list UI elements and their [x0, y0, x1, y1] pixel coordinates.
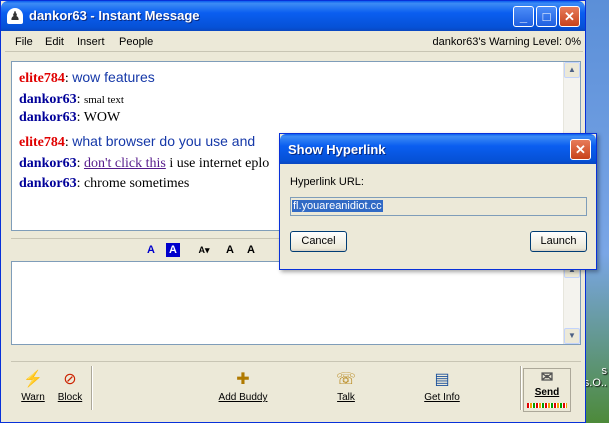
get-info-label: Get Info [424, 392, 460, 403]
text-color-icon[interactable]: A [144, 243, 158, 257]
close-icon[interactable]: ✕ [570, 139, 591, 160]
message-sender: dankor63 [19, 176, 77, 191]
block-label: Block [57, 392, 83, 403]
send-button[interactable]: ✉ Send [523, 368, 571, 412]
hyperlink-url-value: fl.youareanidiot.cc [292, 200, 383, 212]
message-row: dankor63: smal text [19, 92, 124, 107]
toolbar-separator [91, 366, 93, 410]
warn-icon: ⚡ [23, 371, 43, 388]
message-sender: elite784 [19, 71, 65, 86]
block-icon: ⊘ [63, 371, 77, 388]
talk-button[interactable]: ☏ Talk [333, 370, 359, 403]
message-row: dankor63: WOW [19, 110, 121, 125]
dialog-title: Show Hyperlink [288, 142, 386, 157]
get-info-icon: ▤ [434, 371, 450, 388]
action-toolbar: ⚡ Warn ⊘ Block ✚ Add Buddy ☏ Talk ▤ Get … [11, 361, 581, 413]
message-text: what browser do you use and [72, 133, 256, 149]
menu-edit[interactable]: Edit [45, 36, 64, 48]
increase-font-icon[interactable]: A [244, 243, 258, 257]
cancel-button[interactable]: Cancel [290, 231, 347, 252]
normal-font-icon[interactable]: A [223, 243, 237, 257]
warn-button[interactable]: ⚡ Warn [21, 370, 45, 403]
message-row: elite784: wow features [19, 69, 155, 86]
titlebar[interactable]: ♟ dankor63 - Instant Message _ □ ✕ [1, 1, 585, 31]
message-text: wow features [72, 69, 155, 85]
message-input[interactable]: ▲ ▼ [11, 261, 581, 345]
message-text: i use internet eplo [169, 156, 270, 171]
desktop-text-1: s [601, 365, 608, 377]
message-sender: dankor63 [19, 156, 77, 171]
dialog-titlebar[interactable]: Show Hyperlink ✕ [280, 134, 596, 164]
send-label: Send [534, 387, 560, 398]
toolbar-separator [520, 366, 522, 410]
talk-label: Talk [337, 392, 355, 403]
warning-level: dankor63's Warning Level: 0% [432, 36, 581, 48]
launch-button[interactable]: Launch [530, 231, 587, 252]
background-color-icon[interactable]: A [166, 243, 180, 257]
menubar: File Edit Insert People dankor63's Warni… [5, 32, 583, 52]
message-row: dankor63: don't click this i use interne… [19, 156, 270, 171]
maximize-icon[interactable]: □ [536, 6, 557, 27]
add-buddy-button[interactable]: ✚ Add Buddy [216, 370, 270, 403]
message-row: dankor63: chrome sometimes [19, 176, 190, 191]
message-link[interactable]: don't click this [84, 156, 166, 171]
message-row: elite784: what browser do you use and [19, 133, 256, 150]
window-title: dankor63 - Instant Message [29, 8, 200, 23]
menu-insert[interactable]: Insert [77, 36, 105, 48]
hyperlink-url-label: Hyperlink URL: [290, 176, 364, 188]
add-buddy-icon: ✚ [236, 371, 250, 388]
desktop-text-2: s.O.. [583, 377, 607, 389]
messenger-icon: ♟ [7, 8, 23, 24]
hyperlink-url-field[interactable]: fl.youareanidiot.cc [290, 197, 587, 216]
message-sender: dankor63 [19, 92, 77, 107]
send-icon: ✉ [540, 369, 554, 386]
menu-file[interactable]: File [15, 36, 33, 48]
close-icon[interactable]: ✕ [559, 6, 580, 27]
scroll-up-icon[interactable]: ▲ [564, 62, 580, 78]
message-sender: elite784 [19, 135, 65, 150]
add-buddy-label: Add Buddy [218, 392, 268, 403]
get-info-button[interactable]: ▤ Get Info [423, 370, 461, 403]
message-text: smal text [83, 94, 124, 106]
decrease-font-icon[interactable]: A▾ [197, 243, 211, 257]
minimize-icon[interactable]: _ [513, 6, 534, 27]
scroll-down-icon[interactable]: ▼ [564, 328, 580, 344]
message-text: WOW [83, 110, 121, 125]
menu-people[interactable]: People [119, 36, 153, 48]
talk-icon: ☏ [336, 371, 357, 388]
message-sender: dankor63 [19, 110, 77, 125]
show-hyperlink-dialog: Show Hyperlink ✕ Hyperlink URL: fl.youar… [279, 133, 597, 270]
message-text: chrome sometimes [83, 176, 190, 191]
send-meter [527, 403, 567, 408]
warn-label: Warn [21, 392, 45, 403]
block-button[interactable]: ⊘ Block [55, 370, 85, 403]
input-scrollbar[interactable]: ▲ ▼ [563, 262, 580, 344]
